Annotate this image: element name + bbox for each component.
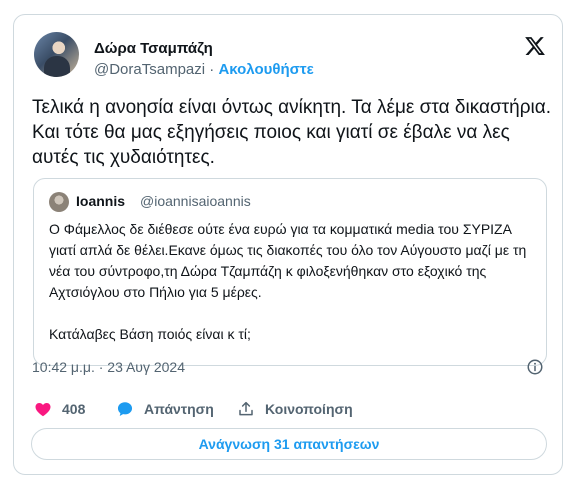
follow-button[interactable]: Ακολουθήστε <box>218 61 313 78</box>
quoted-tweet-text: Ο Φάμελλος δε διέθεσε ούτε ένα ευρώ για … <box>49 219 529 345</box>
share-icon <box>239 401 253 416</box>
quoted-tweet[interactable]: Ioannis @ioannisaioannis Ο Φάμελλος δε δ… <box>33 178 547 366</box>
like-action[interactable]: 408 <box>34 400 85 418</box>
handle-separator: · <box>209 61 215 78</box>
share-label: Κοινοποίηση <box>265 401 353 417</box>
x-logo-icon[interactable] <box>524 35 546 57</box>
reply-action[interactable]: Απάντηση <box>116 400 214 418</box>
reply-label: Απάντηση <box>144 401 214 417</box>
tweet-timestamp[interactable]: 10:42 μ.μ. · 23 Αυγ 2024 <box>32 359 185 375</box>
reply-bubble-icon <box>117 402 133 416</box>
quoted-paragraph: Κατάλαβες Βάση ποιός είναι κ τί; <box>49 326 251 342</box>
quoted-author-avatar <box>49 192 69 212</box>
heart-icon <box>35 403 51 417</box>
tweet-text: Τελικά η ανοησία είναι όντως ανίκητη. Τα… <box>32 97 552 168</box>
tweet-card: Δώρα Τσαμπάζη @DoraTsampazi · Ακολουθήστ… <box>13 14 563 475</box>
quoted-paragraph: Ο Φάμελλος δε διέθεσε ούτε ένα ευρώ για … <box>49 221 527 300</box>
read-replies-button[interactable]: Ανάγνωση 31 απαντήσεων <box>31 428 547 460</box>
quoted-author-handle: @ioannisaioannis <box>140 193 251 209</box>
author-name[interactable]: Δώρα Τσαμπάζη <box>94 40 213 57</box>
author-handle-row: @DoraTsampazi · Ακολουθήστε <box>94 61 314 78</box>
author-avatar[interactable] <box>34 32 79 77</box>
author-handle[interactable]: @DoraTsampazi <box>94 61 205 78</box>
like-count: 408 <box>62 401 86 417</box>
quoted-author-name: Ioannis <box>76 193 126 209</box>
info-icon[interactable] <box>526 358 544 376</box>
share-action[interactable]: Κοινοποίηση <box>237 400 353 418</box>
